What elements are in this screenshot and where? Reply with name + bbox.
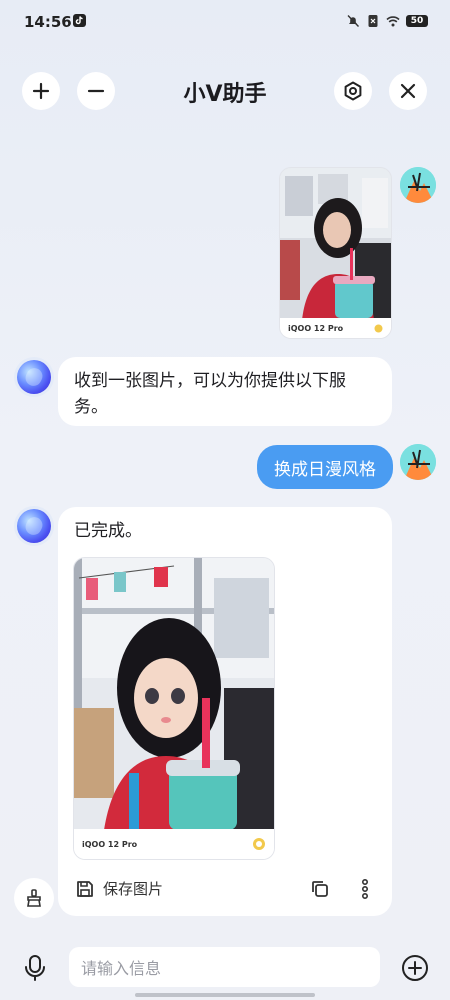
input-bar: 请输入信息: [0, 936, 450, 1000]
status-bar: 14:56 50: [0, 0, 450, 44]
sent-photo-watermark: iQOO 12 Pro: [280, 318, 391, 338]
attach-button[interactable]: [401, 954, 429, 986]
no-sim-icon: [368, 15, 378, 27]
save-image-button[interactable]: 保存图片: [75, 878, 163, 899]
message-input[interactable]: 请输入信息: [69, 947, 380, 987]
assistant-result-text: 已完成。: [74, 521, 142, 541]
assistant-message-text: 收到一张图片，可以为你提供以下服务。: [74, 371, 346, 417]
clear-chat-button[interactable]: [14, 878, 54, 918]
copy-button[interactable]: [310, 879, 332, 901]
status-time: 14:56: [24, 13, 72, 31]
more-button[interactable]: [355, 878, 375, 900]
sent-photo-image: [280, 168, 391, 320]
copy-icon: [312, 881, 328, 897]
more-vertical-icon: [362, 878, 369, 900]
user-avatar[interactable]: [400, 444, 436, 480]
assistant-result-card: 已完成。 iQOO 12 Pro 保存图片: [58, 507, 392, 916]
mute-icon: [347, 15, 360, 27]
page-title: 小V助手: [183, 82, 267, 107]
close-icon: [400, 83, 416, 99]
anime-style-image: [74, 558, 274, 830]
tiktok-icon: [73, 14, 86, 27]
user-message[interactable]: 换成日漫风格: [257, 445, 393, 489]
message-input-placeholder: 请输入信息: [81, 959, 162, 978]
user-avatar[interactable]: [400, 167, 436, 203]
save-icon: [77, 880, 93, 897]
app-header: 小V助手: [0, 70, 450, 112]
gear-icon: [344, 81, 362, 101]
home-indicator: [135, 993, 315, 997]
plus-circle-icon: [402, 955, 428, 981]
wifi-icon: [386, 16, 400, 27]
generated-image-watermark: iQOO 12 Pro: [74, 829, 274, 859]
settings-button[interactable]: [334, 72, 372, 110]
assistant-avatar: [17, 509, 51, 543]
generated-image[interactable]: iQOO 12 Pro: [73, 557, 275, 860]
voice-input-button[interactable]: [22, 954, 48, 986]
assistant-message: 收到一张图片，可以为你提供以下服务。: [58, 357, 392, 426]
battery-icon: 50: [406, 15, 428, 27]
brush-icon: [27, 889, 41, 907]
assistant-avatar: [17, 360, 51, 394]
sent-photo[interactable]: iQOO 12 Pro: [279, 167, 392, 339]
user-message-text: 换成日漫风格: [274, 459, 376, 480]
save-image-label: 保存图片: [103, 880, 164, 898]
status-icons: 50: [346, 14, 428, 28]
microphone-icon: [25, 955, 45, 981]
chat-screen: 14:56 50 小V助手 iQOO 12 Pro 收到一张图片，可以为你提供以…: [0, 0, 450, 1000]
close-button[interactable]: [389, 72, 427, 110]
